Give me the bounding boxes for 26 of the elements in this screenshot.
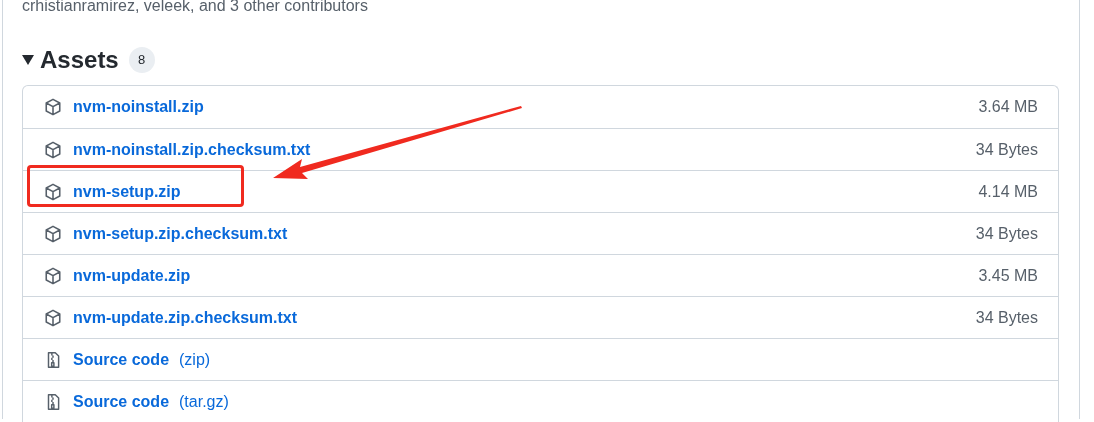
asset-link[interactable]: Source code [73, 392, 170, 411]
file-size: 4.14 MB [978, 182, 1038, 201]
file-size: 34 Bytes [975, 140, 1038, 159]
format-link[interactable]: (tar.gz) [179, 392, 229, 411]
file-size: 34 Bytes [975, 308, 1038, 327]
asset-link[interactable]: nvm-update.zip [73, 266, 191, 285]
count-badge: 8 [128, 47, 155, 73]
format-link[interactable]: (zip) [179, 350, 211, 369]
asset-link[interactable]: nvm-setup.zip [73, 182, 181, 201]
package-icon [44, 308, 62, 327]
assets-title[interactable]: Assets [40, 46, 119, 74]
package-icon [44, 224, 62, 243]
package-icon [44, 98, 62, 116]
contributors-text: crhistianramirez, veleek, and 3 other contributors [22, 0, 369, 15]
file-size: 3.45 MB [978, 266, 1038, 285]
file-size: 3.64 MB [978, 98, 1038, 116]
asset-link[interactable]: Source code [73, 350, 170, 369]
asset-link[interactable]: nvm-update.zip.checksum.txt [73, 308, 298, 327]
package-icon [44, 266, 62, 285]
asset-link[interactable]: nvm-setup.zip.checksum.txt [73, 224, 288, 243]
file-size: 34 Bytes [975, 224, 1038, 243]
caret-icon[interactable] [22, 55, 34, 65]
package-icon [44, 140, 62, 159]
asset-link[interactable]: nvm-noinstall.zip.checksum.txt [73, 140, 311, 159]
asset-link[interactable]: nvm-noinstall.zip [73, 98, 204, 116]
package-icon [44, 182, 62, 201]
